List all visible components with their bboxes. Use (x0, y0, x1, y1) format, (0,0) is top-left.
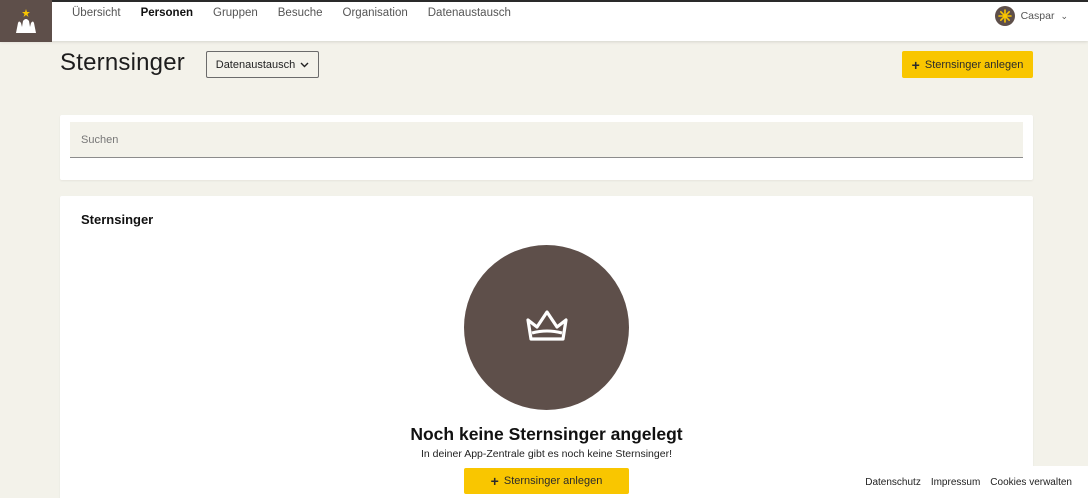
dropdown-label: Datenaustausch (215, 58, 296, 71)
cookies-verwalten-link[interactable]: Cookies verwalten (990, 477, 1072, 488)
main-nav: Übersicht Personen Gruppen Besuche Organ… (62, 2, 521, 30)
empty-state-illustration (464, 245, 629, 410)
footer-links: Datenschutz Impressum Cookies verwalten (861, 466, 1088, 498)
search-input[interactable] (70, 122, 1023, 158)
add-button-label: Sternsinger anlegen (924, 58, 1024, 71)
nav-item-personen[interactable]: Personen (131, 2, 203, 30)
user-menu[interactable]: Caspar ⌄ (994, 5, 1068, 27)
user-name: Caspar (1020, 10, 1055, 22)
nav-item-datenaustausch[interactable]: Datenaustausch (418, 2, 521, 30)
top-navigation-bar: Übersicht Personen Gruppen Besuche Organ… (0, 0, 1088, 42)
star-icon (997, 9, 1012, 23)
chevron-down-icon (300, 62, 309, 67)
chevron-down-icon: ⌄ (1060, 10, 1068, 21)
sternsinger-logo-icon[interactable] (0, 0, 52, 42)
nav-item-gruppen[interactable]: Gruppen (203, 2, 268, 30)
empty-state-add-button[interactable]: + Sternsinger anlegen (464, 468, 629, 494)
datenaustausch-dropdown-button[interactable]: Datenaustausch (206, 51, 319, 78)
empty-state-text: In deiner App-Zentrale gibt es noch kein… (421, 448, 672, 460)
empty-button-label: Sternsinger anlegen (503, 475, 603, 487)
empty-state-title: Noch keine Sternsinger angelegt (410, 424, 683, 444)
nav-item-uebersicht[interactable]: Übersicht (62, 2, 131, 30)
page-title: Sternsinger (60, 49, 185, 76)
nav-item-besuche[interactable]: Besuche (268, 2, 333, 30)
list-title: Sternsinger (81, 212, 154, 227)
nav-item-organisation[interactable]: Organisation (333, 2, 418, 30)
impressum-link[interactable]: Impressum (931, 477, 980, 488)
add-sternsinger-button[interactable]: + Sternsinger anlegen (902, 51, 1033, 78)
plus-icon: + (911, 56, 920, 73)
search-card (60, 115, 1033, 180)
datenschutz-link[interactable]: Datenschutz (865, 477, 921, 488)
sternsinger-list-card: Sternsinger Noch keine Sternsinger angel… (60, 196, 1033, 498)
plus-icon: + (490, 473, 499, 489)
crown-icon (525, 309, 568, 341)
avatar (994, 6, 1015, 26)
